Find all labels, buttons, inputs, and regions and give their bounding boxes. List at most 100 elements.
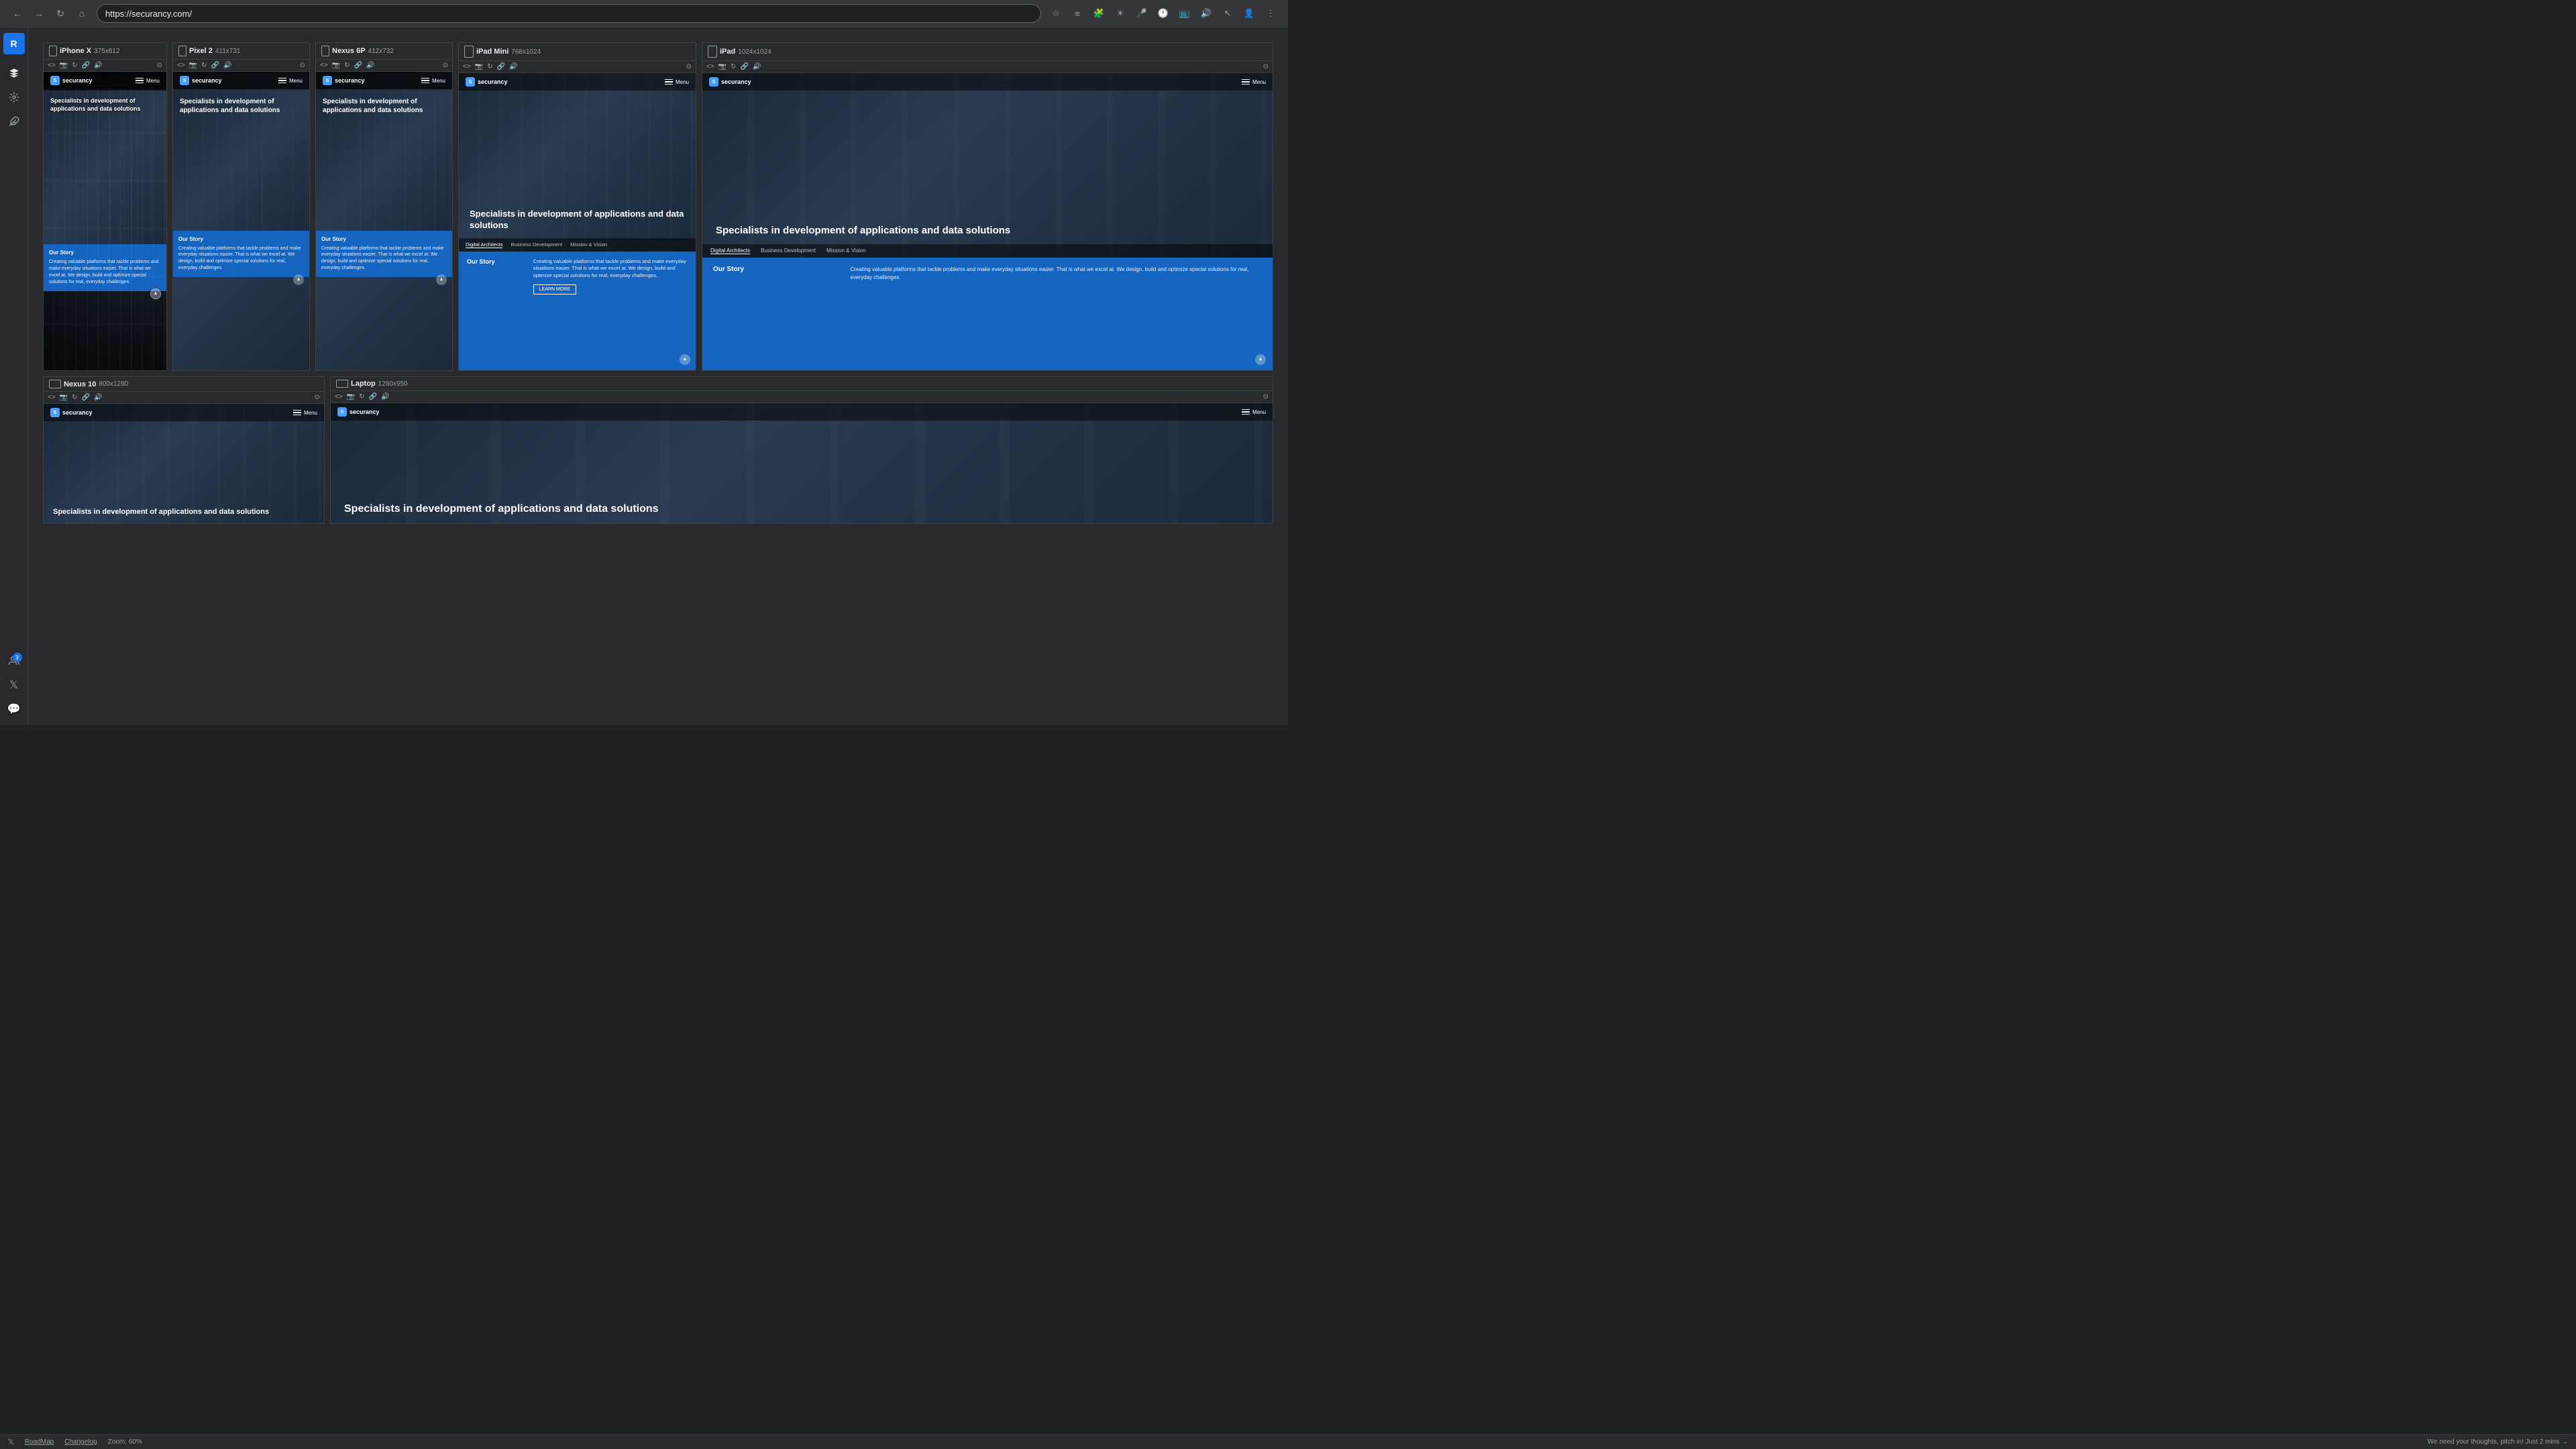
link-icon-pixel2[interactable]: 🔗: [211, 62, 219, 69]
sidebar-icon-notifications[interactable]: 3: [3, 650, 25, 672]
roadmap-link[interactable]: RoadMap: [25, 1438, 54, 1446]
volume-icon-laptop[interactable]: 🔊: [381, 393, 389, 400]
code-icon-iphonex[interactable]: <>: [48, 62, 56, 69]
speaker-icon[interactable]: 🔊: [1197, 4, 1216, 23]
sidebar-icon-chat[interactable]: 💬: [3, 698, 25, 720]
device-panel-nexus6p: Nexus 6P 412x732 <> 📷 ↻ 🔗 🔊 ⊙: [315, 42, 453, 371]
social-icon-twitter[interactable]: 𝕏: [8, 1438, 14, 1446]
nav-link-mission-ipad[interactable]: Mission & Vision: [826, 248, 866, 254]
link-icon-laptop[interactable]: 🔗: [369, 393, 377, 400]
scroll-indicator-iphonex[interactable]: ▲: [150, 288, 161, 299]
rotate-icon-ipad[interactable]: ↻: [731, 63, 736, 70]
camera-icon-nexus10[interactable]: 📷: [60, 394, 68, 401]
back-button[interactable]: ←: [8, 4, 27, 23]
app-logo[interactable]: R: [3, 33, 25, 54]
camera-icon-nexus6p[interactable]: 📷: [332, 62, 340, 69]
code-icon-laptop[interactable]: <>: [335, 393, 343, 400]
hamburger-iphonex[interactable]: [136, 78, 144, 84]
scroll-btn-pixel2[interactable]: ▲: [293, 274, 304, 285]
site-menu-ipadmini[interactable]: Menu: [665, 79, 689, 85]
hamburger-nexus10[interactable]: [293, 410, 301, 416]
code-icon-ipad[interactable]: <>: [706, 63, 714, 70]
link-icon-ipadmini[interactable]: 🔗: [497, 63, 505, 70]
menu-icon[interactable]: ⋮: [1261, 4, 1280, 23]
volume-icon-iphonex[interactable]: 🔊: [94, 62, 102, 69]
site-menu-iphonex[interactable]: Menu: [136, 78, 160, 84]
rotate-icon-nexus10[interactable]: ↻: [72, 394, 77, 401]
learn-more-btn-ipadmini[interactable]: LEARN MORE: [533, 284, 576, 294]
feedback-text[interactable]: We need your thoughts, pitch in! Just 2 …: [2428, 1438, 2568, 1446]
link-icon-nexus10[interactable]: 🔗: [82, 394, 90, 401]
nav-link-business-ipad[interactable]: Business Development: [761, 248, 816, 254]
changelog-link[interactable]: Changelog: [64, 1438, 97, 1446]
reload-button[interactable]: ↻: [51, 4, 70, 23]
device-content-nexus10: S securancy Menu Specialists in developm…: [44, 404, 324, 523]
nav-link-digital-ipadmini[interactable]: Digital Architects: [466, 241, 502, 248]
clock-icon[interactable]: 🕐: [1154, 4, 1173, 23]
scroll-btn-ipadmini[interactable]: ▲: [680, 354, 690, 365]
code-icon-nexus6p[interactable]: <>: [320, 62, 328, 69]
site-menu-laptop[interactable]: Menu: [1242, 409, 1266, 415]
brightness-icon[interactable]: ☀: [1111, 4, 1130, 23]
site-menu-nexus6p[interactable]: Menu: [421, 78, 445, 84]
forward-button[interactable]: →: [30, 4, 48, 23]
hamburger-ipadmini[interactable]: [665, 79, 673, 85]
code-icon-nexus10[interactable]: <>: [48, 394, 56, 401]
camera-icon-pixel2[interactable]: 📷: [189, 62, 197, 69]
camera-icon-ipadmini[interactable]: 📷: [475, 63, 483, 70]
hamburger-laptop[interactable]: [1242, 409, 1250, 415]
extensions-icon[interactable]: 🧩: [1089, 4, 1108, 23]
device-panel-ipad: iPad 1024x1024 <> 📷 ↻ 🔗 🔊 ⊙: [702, 42, 1273, 371]
camera-icon-laptop[interactable]: 📷: [347, 393, 355, 400]
clock-icon-pixel2[interactable]: ⊙: [300, 62, 305, 69]
scroll-btn-ipad[interactable]: ▲: [1255, 354, 1266, 365]
bookmark-icon[interactable]: ☆: [1046, 4, 1065, 23]
site-menu-pixel2[interactable]: Menu: [278, 78, 303, 84]
screen-icon[interactable]: 📺: [1175, 4, 1194, 23]
volume-icon-nexus6p[interactable]: 🔊: [366, 62, 374, 69]
address-bar[interactable]: https://securancy.com/: [97, 4, 1041, 23]
sidebar-icon-layers[interactable]: [3, 62, 25, 84]
code-icon-pixel2[interactable]: <>: [177, 62, 185, 69]
device-panel-laptop: Laptop 1280x950 <> 📷 ↻ 🔗 🔊 ⊙: [330, 376, 1273, 524]
link-icon-iphonex[interactable]: 🔗: [82, 62, 90, 69]
clock-icon-ipadmini[interactable]: ⊙: [686, 63, 692, 70]
reader-icon[interactable]: ≡: [1068, 4, 1087, 23]
clock-icon-nexus10[interactable]: ⊙: [315, 394, 320, 401]
rotate-icon-laptop[interactable]: ↻: [359, 393, 364, 400]
sidebar-icon-puzzle[interactable]: [3, 111, 25, 132]
sidebar-icon-settings[interactable]: [3, 87, 25, 108]
nav-link-digital-ipad[interactable]: Digital Architects: [710, 248, 750, 254]
address-text: https://securancy.com/: [105, 9, 1032, 19]
rotate-icon-iphonex[interactable]: ↻: [72, 62, 77, 69]
rotate-icon-pixel2[interactable]: ↻: [201, 62, 207, 69]
link-icon-nexus6p[interactable]: 🔗: [354, 62, 362, 69]
nav-link-business-ipadmini[interactable]: Business Development: [511, 241, 562, 248]
clock-icon-ipad[interactable]: ⊙: [1263, 63, 1269, 70]
nav-link-mission-ipadmini[interactable]: Mission & Vision: [570, 241, 607, 248]
site-menu-nexus10[interactable]: Menu: [293, 410, 317, 416]
profile-icon[interactable]: 👤: [1240, 4, 1258, 23]
hamburger-pixel2[interactable]: [278, 78, 286, 84]
clock-icon-iphonex[interactable]: ⊙: [157, 62, 162, 69]
clock-icon-nexus6p[interactable]: ⊙: [443, 62, 448, 69]
hamburger-ipad[interactable]: [1242, 79, 1250, 85]
volume-icon-pixel2[interactable]: 🔊: [223, 62, 231, 69]
site-menu-ipad[interactable]: Menu: [1242, 79, 1266, 85]
camera-icon-iphonex[interactable]: 📷: [60, 62, 68, 69]
volume-icon-nexus10[interactable]: 🔊: [94, 394, 102, 401]
cursor-icon[interactable]: ↖: [1218, 4, 1237, 23]
camera-icon-ipad[interactable]: 📷: [718, 63, 727, 70]
code-icon-ipadmini[interactable]: <>: [463, 63, 471, 70]
home-button[interactable]: ⌂: [72, 4, 91, 23]
sidebar-icon-twitter[interactable]: 𝕏: [3, 674, 25, 696]
volume-icon-ipad[interactable]: 🔊: [753, 63, 761, 70]
clock-icon-laptop[interactable]: ⊙: [1263, 393, 1269, 400]
volume-icon-ipadmini[interactable]: 🔊: [509, 63, 517, 70]
hamburger-nexus6p[interactable]: [421, 78, 429, 84]
link-icon-ipad[interactable]: 🔗: [741, 63, 749, 70]
rotate-icon-ipadmini[interactable]: ↻: [487, 63, 492, 70]
scroll-btn-nexus6p[interactable]: ▲: [436, 274, 447, 285]
mic-icon[interactable]: 🎤: [1132, 4, 1151, 23]
rotate-icon-nexus6p[interactable]: ↻: [344, 62, 350, 69]
